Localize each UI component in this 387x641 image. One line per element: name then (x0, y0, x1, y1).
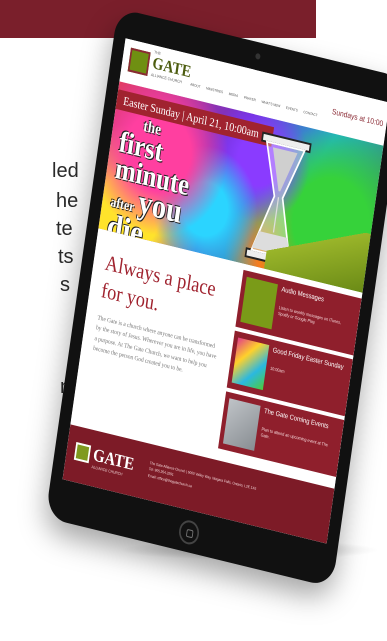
bg-text-line: led (52, 160, 79, 182)
nav-prayer[interactable]: PRAYER (244, 96, 256, 103)
nav-about[interactable]: ABOUT (190, 82, 201, 88)
bg-text-line: ts (58, 246, 74, 268)
nav-ministries[interactable]: MINISTRIES (206, 86, 223, 94)
tablet-screen: THE GATE ALLIANCE CHURCH ABOUT MINISTRIE… (62, 38, 387, 544)
bg-text-line: te (56, 218, 73, 240)
bg-text-line: he (56, 190, 79, 212)
nav-whats-new[interactable]: WHAT'S NEW (261, 100, 280, 108)
bg-text-line: s (60, 274, 70, 296)
nav-events[interactable]: EVENTS (286, 106, 298, 113)
sidebar-cards: Audio Messages Listen to weekly messages… (217, 269, 362, 481)
nav-contact[interactable]: CONTACT (303, 110, 318, 117)
audio-thumbnail (240, 276, 278, 330)
service-time: Sundays at 10:00 (331, 107, 384, 129)
gate-logo-icon[interactable] (127, 47, 151, 76)
camera-icon (255, 52, 261, 60)
events-thumbnail (222, 398, 261, 451)
easter-thumbnail (231, 337, 270, 391)
home-button-icon[interactable] (177, 518, 201, 547)
nav-media[interactable]: MEDIA (228, 92, 238, 98)
footer-logo-icon (73, 442, 92, 464)
